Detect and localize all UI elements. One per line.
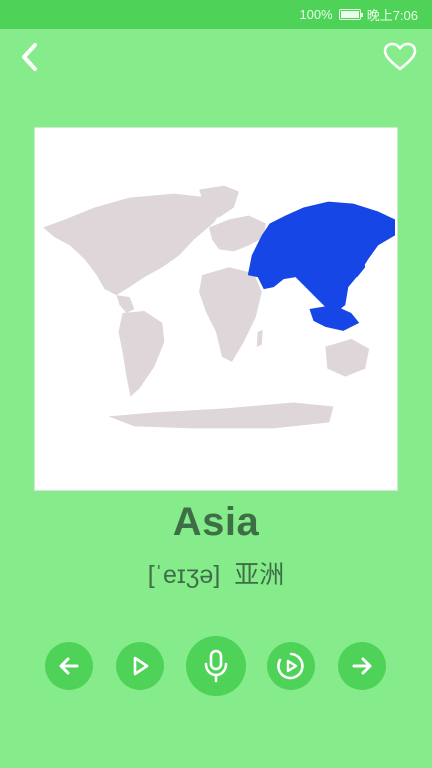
- circle-play-icon: [277, 652, 304, 680]
- play-button[interactable]: [116, 642, 164, 690]
- heart-outline-icon: [383, 42, 417, 71]
- central-america-shape: [116, 295, 135, 313]
- north-america-shape: [42, 193, 224, 296]
- favorite-button[interactable]: [380, 37, 420, 77]
- record-button[interactable]: [186, 636, 246, 696]
- next-button[interactable]: [338, 642, 386, 690]
- phonetic-text: [ˈeɪʒə]: [147, 561, 221, 589]
- africa-shape: [199, 267, 262, 362]
- antarctica-shape: [108, 402, 334, 429]
- replay-recording-button[interactable]: [267, 642, 315, 690]
- battery-percent: 100%: [299, 7, 333, 22]
- word-title: Asia: [172, 500, 260, 544]
- se-asia-islands-shape: [309, 305, 360, 331]
- play-icon: [133, 656, 149, 676]
- clock: 晚上7:06: [366, 8, 418, 23]
- chevron-left-icon: [22, 43, 37, 71]
- world-map-image: [42, 185, 396, 429]
- arrow-left-icon: [59, 657, 79, 675]
- translation-text: 亚洲: [234, 561, 285, 589]
- madagascar-shape: [256, 329, 263, 347]
- asia-highlight-shape: [247, 201, 396, 313]
- pronunciation-row: [ˈeɪʒə] 亚洲: [0, 555, 432, 591]
- south-america-shape: [118, 310, 165, 397]
- control-bar: [0, 636, 432, 696]
- previous-button[interactable]: [45, 642, 93, 690]
- australia-shape: [325, 338, 370, 377]
- arrow-right-icon: [352, 657, 372, 675]
- top-bar: [0, 29, 432, 85]
- battery-icon: [338, 9, 363, 20]
- map-image-card: [34, 127, 398, 491]
- microphone-icon: [204, 649, 228, 683]
- status-bar: 100% 晚上7:06: [0, 0, 432, 29]
- back-button[interactable]: [10, 37, 50, 77]
